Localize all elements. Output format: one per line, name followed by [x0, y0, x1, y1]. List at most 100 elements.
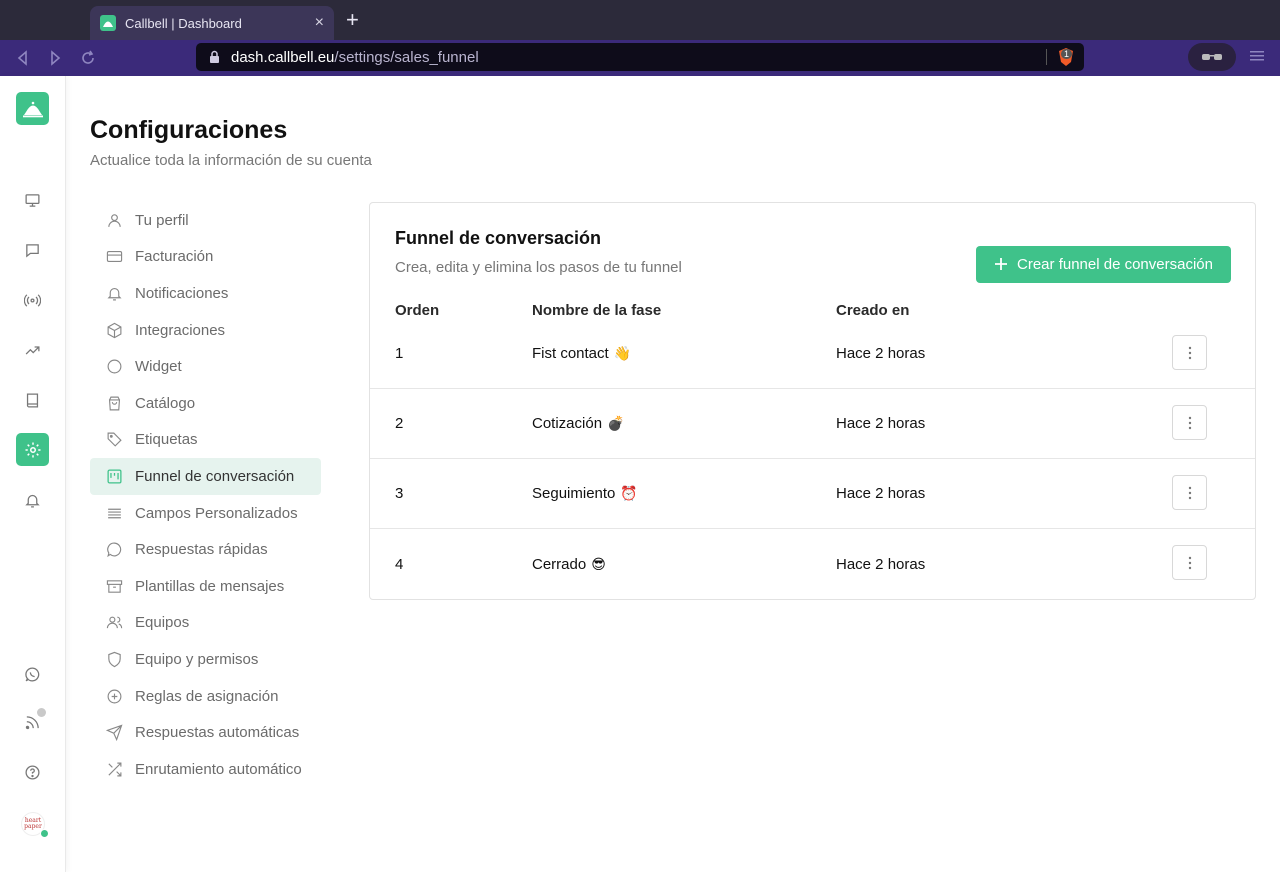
shield-count-badge: 1 — [1060, 49, 1072, 59]
circle-icon — [107, 359, 122, 374]
menu-item-integraciones[interactable]: Integraciones — [90, 312, 321, 349]
page-subtitle: Actualice toda la información de su cuen… — [90, 152, 372, 169]
row-created: Hace 2 horas — [836, 555, 926, 573]
row-name: Fist contact — [532, 345, 609, 362]
row-name: Seguimiento — [532, 485, 616, 502]
row-actions-button[interactable] — [1172, 475, 1207, 510]
callbell-logo-icon[interactable] — [16, 92, 49, 125]
settings-menu: Tu perfil Facturación Notificaciones Int… — [90, 202, 321, 788]
row-name-cell: Fist contact 👋 — [532, 319, 631, 388]
menu-item-campos-personalizados[interactable]: Campos Personalizados — [90, 495, 321, 532]
table-row: 1 Fist contact 👋 Hace 2 horas — [370, 319, 1255, 389]
row-name-cell: Cotización 💣 — [532, 389, 624, 458]
bomb-icon: 💣 — [607, 415, 625, 431]
menu-item-label: Notificaciones — [135, 284, 229, 302]
menu-item-reglas-de-asignacion[interactable]: Reglas de asignación — [90, 678, 321, 715]
browser-menu-icon[interactable] — [1250, 49, 1264, 63]
menu-item-label: Equipo y permisos — [135, 650, 259, 668]
row-created: Hace 2 horas — [836, 345, 926, 362]
create-funnel-label: Crear funnel de conversación — [1017, 256, 1213, 273]
menu-item-label: Respuestas automáticas — [135, 724, 300, 742]
book-icon[interactable] — [22, 390, 42, 410]
credit-card-icon — [106, 251, 123, 263]
tab-close-icon[interactable]: × — [315, 15, 324, 31]
app-rail: heart paper — [0, 76, 66, 872]
row-actions-button[interactable] — [1172, 545, 1207, 580]
settings-icon[interactable] — [16, 433, 49, 466]
menu-item-catalogo[interactable]: Catálogo — [90, 385, 321, 422]
message-circle-icon — [107, 542, 122, 558]
row-actions-button[interactable] — [1172, 405, 1207, 440]
whatsapp-icon[interactable] — [22, 664, 42, 684]
menu-item-label: Funnel de conversación — [135, 467, 295, 485]
funnel-board-icon — [107, 469, 122, 484]
menu-item-label: Facturación — [135, 248, 214, 266]
menu-item-plantillas-de-mensajes[interactable]: Plantillas de mensajes — [90, 568, 321, 605]
reload-icon[interactable] — [79, 49, 97, 67]
menu-item-label: Campos Personalizados — [135, 504, 298, 522]
alarm-clock-icon: ⏰ — [620, 485, 638, 501]
url-path: /settings/sales_funnel — [334, 48, 479, 66]
archive-icon — [106, 580, 123, 593]
menu-item-widget[interactable]: Widget — [90, 348, 321, 385]
menu-item-enrutamiento-automatico[interactable]: Enrutamiento automático — [90, 751, 321, 788]
row-order: 2 — [395, 415, 404, 432]
chat-icon[interactable] — [22, 240, 42, 260]
back-icon[interactable] — [14, 49, 32, 67]
new-tab-button[interactable]: + — [346, 9, 359, 31]
table-row: 2 Cotización 💣 Hace 2 horas — [370, 389, 1255, 459]
more-vertical-icon — [1188, 486, 1191, 499]
plus-icon — [994, 255, 1008, 275]
menu-item-etiquetas[interactable]: Etiquetas — [90, 422, 321, 459]
menu-item-label: Catálogo — [135, 394, 196, 412]
monitor-icon[interactable] — [22, 190, 42, 210]
column-header-order: Orden — [395, 302, 440, 319]
funnel-title: Funnel de conversación — [395, 228, 602, 248]
menu-item-facturacion[interactable]: Facturación — [90, 239, 321, 276]
funnel-subtitle: Crea, edita y elimina los pasos de tu fu… — [395, 259, 682, 276]
menu-item-respuestas-rapidas[interactable]: Respuestas rápidas — [90, 531, 321, 568]
help-icon[interactable] — [22, 762, 42, 782]
create-funnel-button[interactable]: Crear funnel de conversación — [976, 246, 1231, 283]
menu-item-funnel-de-conversacion[interactable]: Funnel de conversación — [90, 458, 321, 495]
row-name: Cotización — [532, 415, 603, 432]
url-host: dash.callbell.eu — [231, 48, 335, 66]
menu-item-label: Widget — [135, 358, 182, 376]
bell-icon — [107, 287, 122, 301]
menu-item-notificaciones[interactable]: Notificaciones — [90, 275, 321, 312]
bell-icon[interactable] — [22, 490, 42, 510]
address-bar[interactable]: dash.callbell.eu/settings/sales_funnel 1 — [196, 43, 1084, 71]
forward-icon[interactable] — [46, 49, 64, 67]
tab-title: Callbell | Dashboard — [125, 15, 242, 31]
send-icon — [106, 724, 123, 742]
funnel-card: Funnel de conversación Crea, edita y eli… — [369, 202, 1256, 600]
lines-icon — [108, 508, 121, 518]
column-header-name: Nombre de la fase — [532, 302, 662, 319]
menu-item-label: Respuestas rápidas — [135, 541, 268, 559]
more-vertical-icon — [1188, 556, 1191, 569]
browser-tab[interactable]: Callbell | Dashboard × — [90, 6, 334, 40]
table-row: 3 Seguimiento ⏰ Hace 2 horas — [370, 459, 1255, 529]
shopping-bag-icon — [108, 396, 121, 411]
menu-item-label: Reglas de asignación — [135, 687, 279, 705]
menu-item-equipo-y-permisos[interactable]: Equipo y permisos — [90, 641, 321, 678]
column-header-created: Creado en — [836, 302, 910, 319]
menu-item-respuestas-automaticas[interactable]: Respuestas automáticas — [90, 714, 321, 751]
row-created: Hace 2 horas — [836, 485, 926, 502]
brave-shield-icon[interactable]: 1 — [1056, 47, 1076, 67]
broadcast-icon[interactable] — [22, 290, 42, 310]
shuffle-icon — [108, 762, 122, 777]
tag-icon — [107, 432, 122, 448]
trending-icon[interactable] — [22, 340, 42, 360]
row-actions-button[interactable] — [1172, 335, 1207, 370]
table-row: 4 Cerrado 😎 Hace 2 horas — [370, 529, 1255, 599]
menu-item-equipos[interactable]: Equipos — [90, 605, 321, 642]
menu-item-label: Plantillas de mensajes — [135, 577, 285, 595]
cube-icon — [107, 322, 122, 338]
row-name: Cerrado — [532, 555, 587, 573]
private-glasses-icon[interactable] — [1188, 43, 1236, 71]
plus-circle-icon — [107, 689, 122, 703]
menu-item-tu-perfil[interactable]: Tu perfil — [90, 202, 321, 239]
row-order: 3 — [395, 485, 404, 502]
waving-hand-icon: 👋 — [613, 345, 632, 361]
